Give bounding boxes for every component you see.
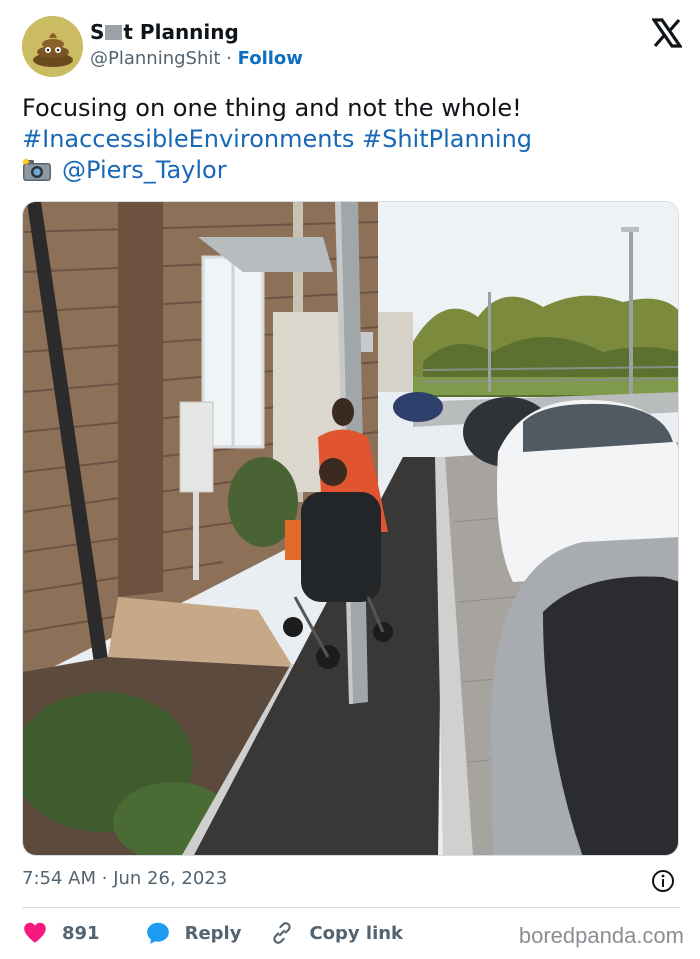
x-logo-icon[interactable]	[652, 18, 682, 48]
tweet-text: Focusing on one thing and not the whole!…	[22, 93, 682, 186]
author-name-start: S	[90, 20, 105, 44]
author-name[interactable]: St Planning	[90, 20, 239, 44]
tweet-header: St Planning @PlanningShit · Follow	[22, 16, 682, 78]
timestamp-separator: ·	[101, 868, 108, 889]
mention-piers-taylor[interactable]: @Piers_Taylor	[62, 156, 227, 184]
camera-icon	[22, 158, 51, 181]
info-icon[interactable]	[651, 869, 675, 893]
tweet-date: Jun 26, 2023	[113, 868, 228, 889]
tweet-time: 7:54 AM	[22, 868, 96, 889]
avatar[interactable]	[22, 16, 83, 77]
author-subline: @PlanningShit · Follow	[90, 48, 303, 69]
hashtag-inaccessible-environments[interactable]: #InaccessibleEnvironments	[22, 125, 354, 153]
tweet-timestamp[interactable]: 7:54 AM · Jun 26, 2023	[22, 868, 227, 889]
like-count: 891	[62, 922, 100, 944]
redaction-bar	[105, 25, 123, 40]
copy-link-button[interactable]: Copy link	[269, 920, 403, 946]
handle-separator: ·	[226, 48, 232, 69]
follow-button[interactable]: Follow	[238, 48, 303, 69]
tweet-line-1: Focusing on one thing and not the whole!	[22, 94, 522, 122]
tweet-line-2: #InaccessibleEnvironments #ShitPlanning	[22, 124, 682, 155]
reply-button[interactable]: Reply	[145, 920, 242, 946]
watermark: boredpanda.com	[518, 923, 684, 948]
copy-link-label: Copy link	[309, 922, 404, 944]
reply-label: Reply	[184, 922, 242, 944]
photo-illustration	[23, 202, 678, 855]
hashtag-shit-planning[interactable]: #ShitPlanning	[362, 125, 532, 153]
link-icon	[273, 922, 292, 944]
author-block: St Planning @PlanningShit · Follow	[90, 20, 303, 69]
tweet-actions: 891 Reply Copy link	[22, 918, 403, 948]
author-handle[interactable]: @PlanningShit	[90, 48, 220, 69]
tweet-line-3: @Piers_Taylor	[22, 155, 682, 186]
like-button[interactable]: 891	[22, 920, 100, 946]
reply-bubble-icon	[146, 922, 169, 944]
heart-icon	[24, 922, 46, 943]
divider	[22, 907, 680, 908]
avatar-poop-icon	[22, 16, 83, 77]
tweet-photo[interactable]	[22, 201, 679, 856]
author-name-end: t Planning	[123, 20, 239, 44]
